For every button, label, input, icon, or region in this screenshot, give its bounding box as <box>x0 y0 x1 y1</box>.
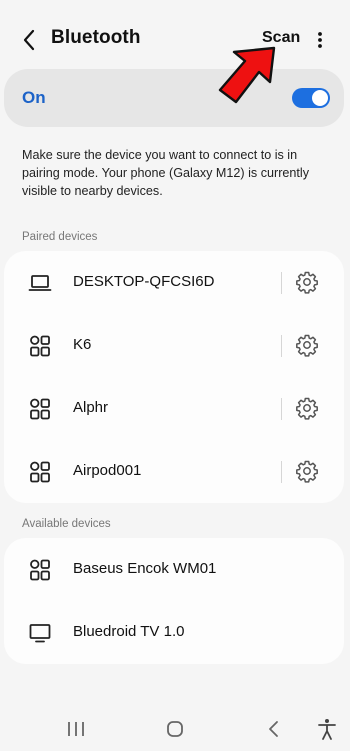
paired-device-row[interactable]: K6 <box>4 314 344 377</box>
recent-apps-icon[interactable] <box>65 720 87 738</box>
page-title: Bluetooth <box>51 27 141 48</box>
more-vertical-icon <box>318 32 322 48</box>
paired-device-row[interactable]: Alphr <box>4 377 344 440</box>
generic-device-icon <box>28 460 52 484</box>
generic-device-icon <box>28 558 52 582</box>
device-name: Alphr <box>73 399 109 416</box>
device-name: Bluedroid TV 1.0 <box>73 623 185 640</box>
divider <box>281 398 282 420</box>
red-pointer-arrow-icon <box>218 46 276 104</box>
laptop-icon <box>28 271 52 295</box>
available-device-row[interactable]: Baseus Encok WM01 <box>4 538 344 601</box>
available-devices-header: Available devices <box>22 518 111 530</box>
divider <box>281 461 282 483</box>
nav-back-icon[interactable] <box>266 720 282 738</box>
bluetooth-toggle-switch[interactable] <box>292 88 330 108</box>
scan-button[interactable]: Scan <box>262 29 300 47</box>
available-devices-card: Baseus Encok WM01 Bluedroid TV 1.0 <box>4 538 344 664</box>
paired-device-row[interactable]: DESKTOP-QFCSI6D <box>4 251 344 314</box>
paired-device-row[interactable]: Airpod001 <box>4 440 344 503</box>
chevron-left-icon <box>23 29 35 51</box>
bluetooth-state-label: On <box>22 88 46 107</box>
bluetooth-settings-screen: Bluetooth Scan On Make sure the device y… <box>0 0 350 751</box>
gear-icon[interactable] <box>295 333 319 357</box>
paired-devices-header: Paired devices <box>22 231 98 243</box>
gear-icon[interactable] <box>295 396 319 420</box>
gear-icon[interactable] <box>295 270 319 294</box>
gear-icon[interactable] <box>295 459 319 483</box>
bluetooth-master-toggle-row[interactable]: On <box>4 69 344 127</box>
visibility-info-text: Make sure the device you want to connect… <box>22 148 310 198</box>
divider <box>281 335 282 357</box>
generic-device-icon <box>28 397 52 421</box>
device-name: DESKTOP-QFCSI6D <box>73 273 215 290</box>
system-navigation-bar <box>0 708 350 751</box>
device-name: Baseus Encok WM01 <box>73 560 217 577</box>
tv-icon <box>28 621 52 645</box>
paired-devices-card: DESKTOP-QFCSI6D K6 Alphr Airpod001 <box>4 251 344 503</box>
available-device-row[interactable]: Bluedroid TV 1.0 <box>4 601 344 664</box>
divider <box>281 272 282 294</box>
generic-device-icon <box>28 334 52 358</box>
device-name: Airpod001 <box>73 462 142 479</box>
back-button[interactable] <box>16 24 42 56</box>
home-icon[interactable] <box>166 720 184 738</box>
toggle-knob <box>312 90 328 106</box>
accessibility-icon[interactable] <box>317 718 337 740</box>
header: Bluetooth Scan <box>0 0 350 70</box>
more-options-button[interactable] <box>310 26 330 54</box>
device-name: K6 <box>73 336 92 353</box>
